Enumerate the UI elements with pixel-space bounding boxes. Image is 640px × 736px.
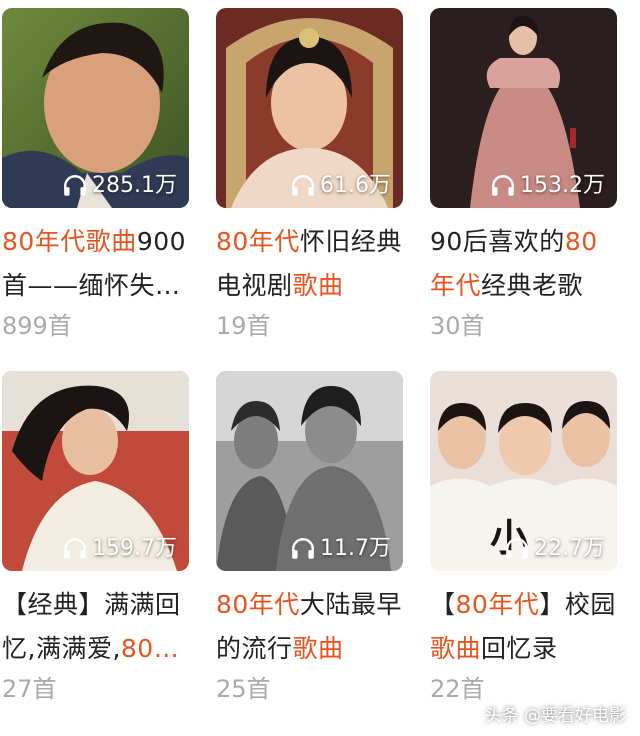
playlist-title[interactable]: 【80年代】校园歌曲回忆录 <box>430 583 617 671</box>
title-highlight: 80年代 <box>216 590 300 619</box>
playlist-title[interactable]: 90后喜欢的80年代经典老歌 <box>430 220 617 308</box>
playlist-title[interactable]: 80年代怀旧经典电视剧歌曲 <box>216 220 403 308</box>
play-count-text: 11.7万 <box>320 536 391 561</box>
play-count: 11.7万 <box>290 535 391 563</box>
title-highlight: 歌曲 <box>292 634 344 663</box>
playlist-cover-6[interactable]: 小 22.7万 <box>430 371 617 571</box>
playlist-title[interactable]: 80年代歌曲900首——缅怀失… <box>2 220 189 308</box>
play-count-text: 159.7万 <box>92 536 177 561</box>
playlist-card-2[interactable]: 61.6万 80年代怀旧经典电视剧歌曲 19首 <box>216 8 403 342</box>
playlist-card-1[interactable]: 285.1万 80年代歌曲900首——缅怀失… 899首 <box>2 8 189 342</box>
play-count: 61.6万 <box>290 172 391 200</box>
headphones-icon <box>492 175 514 196</box>
watermark: 头条 @要看好电影 <box>484 706 626 726</box>
play-count-text: 285.1万 <box>92 173 177 198</box>
playlist-card-3[interactable]: 153.2万 90后喜欢的80年代经典老歌 30首 <box>430 8 617 342</box>
play-count-text: 22.7万 <box>534 536 605 561</box>
title-highlight: 80年代 <box>216 227 300 256</box>
play-count-text: 61.6万 <box>320 173 391 198</box>
title-text: 】校园 <box>539 590 616 619</box>
playlist-cover-2[interactable]: 61.6万 <box>216 8 403 208</box>
playlist-cover-4[interactable]: 159.7万 <box>2 371 189 571</box>
track-count: 30首 <box>430 312 485 340</box>
track-count: 27首 <box>2 675 57 703</box>
title-text: 回忆录 <box>481 634 558 663</box>
title-highlight: 80年代 <box>455 590 540 619</box>
play-count: 285.1万 <box>62 172 177 200</box>
playlist-title[interactable]: 80年代大陆最早的流行歌曲 <box>216 583 403 671</box>
title-highlight: 80年代歌曲 <box>2 227 137 256</box>
headphones-icon <box>292 175 314 196</box>
track-count: 25首 <box>216 675 271 703</box>
playlist-cover-3[interactable]: 153.2万 <box>430 8 617 208</box>
title-text: 经典老歌 <box>481 271 584 300</box>
play-count: 153.2万 <box>490 172 605 200</box>
playlist-card-4[interactable]: 159.7万 【经典】满满回忆,满满爱,80… 27首 <box>2 371 189 705</box>
playlist-card-5[interactable]: 11.7万 80年代大陆最早的流行歌曲 25首 <box>216 371 403 705</box>
playlist-card-6[interactable]: 小 22.7万 【80年代】校园歌曲回忆录 22首 <box>430 371 617 705</box>
playlist-title[interactable]: 【经典】满满回忆,满满爱,80… <box>2 583 189 671</box>
title-highlight: 歌曲 <box>292 271 344 300</box>
playlist-cover-5[interactable]: 11.7万 <box>216 371 403 571</box>
headphones-icon <box>292 538 314 559</box>
play-count: 159.7万 <box>62 535 177 563</box>
title-highlight: 80… <box>120 634 180 663</box>
title-highlight: 歌曲 <box>430 634 482 663</box>
title-text: 90后喜欢的 <box>430 227 565 256</box>
headphones-icon <box>64 538 86 559</box>
title-text: 【 <box>430 590 456 619</box>
headphones-icon <box>64 175 86 196</box>
headphones-icon <box>506 538 528 559</box>
track-count: 899首 <box>2 312 72 340</box>
play-count-text: 153.2万 <box>520 173 605 198</box>
track-count: 19首 <box>216 312 271 340</box>
play-count: 22.7万 <box>504 535 605 563</box>
playlist-cover-1[interactable]: 285.1万 <box>2 8 189 208</box>
